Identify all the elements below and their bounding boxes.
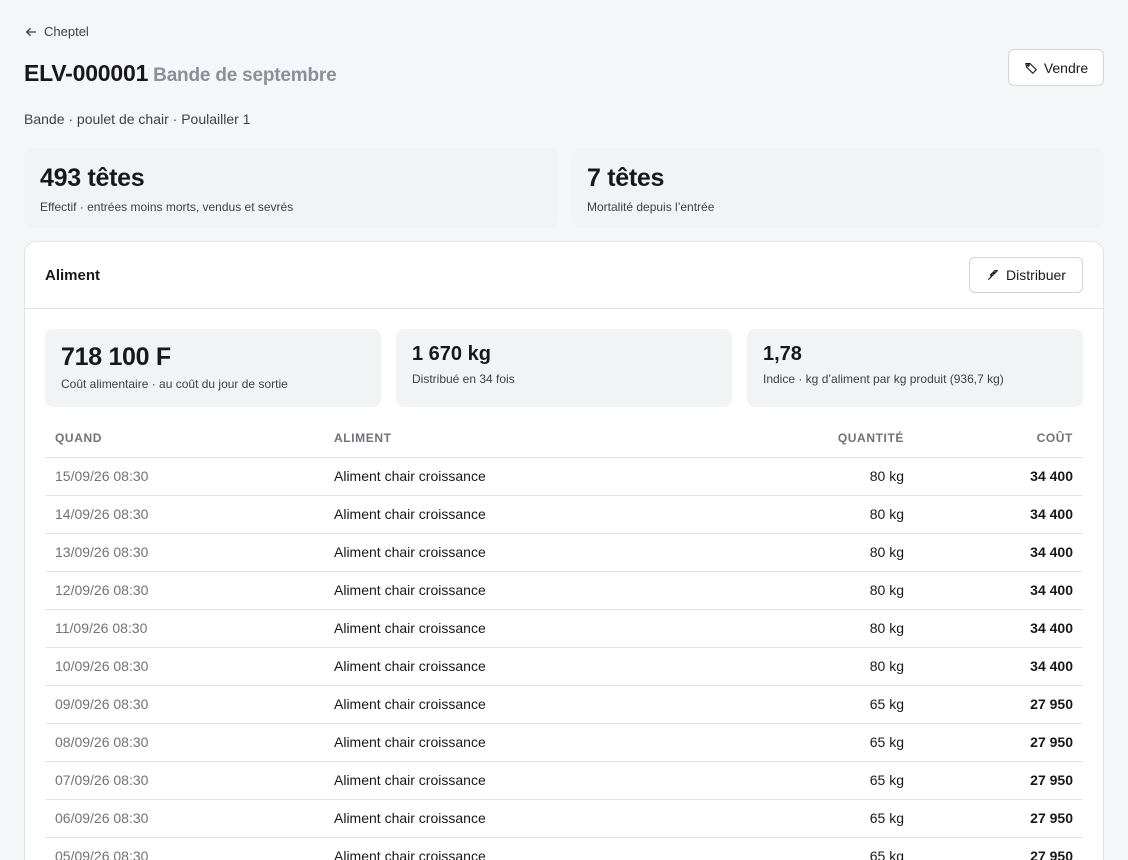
cell-feed: Aliment chair croissance bbox=[324, 571, 664, 610]
cell-feed: Aliment chair croissance bbox=[324, 761, 664, 800]
arrow-left-icon bbox=[25, 27, 37, 36]
cell-when: 11/09/26 08:30 bbox=[45, 609, 324, 648]
metric-feed-quantity-value: 1 670 kg bbox=[412, 343, 491, 365]
cell-feed: Aliment chair croissance bbox=[324, 837, 664, 860]
cell-feed: Aliment chair croissance bbox=[324, 533, 664, 572]
back-link[interactable]: Cheptel bbox=[24, 24, 89, 39]
metric-feed-quantity: 1 670 kg Distribué en 34 fois bbox=[396, 329, 732, 407]
sell-button[interactable]: Vendre bbox=[1008, 49, 1104, 86]
feed-table-header: Quand Aliment Quantité Coût bbox=[45, 419, 1083, 458]
cell-when: 05/09/26 08:30 bbox=[45, 837, 324, 860]
cell-feed: Aliment chair croissance bbox=[324, 723, 664, 762]
cell-quantity: 65 kg bbox=[664, 799, 914, 838]
stat-headcount-value: 493 têtes bbox=[40, 164, 145, 192]
table-row[interactable]: 08/09/26 08:30 Aliment chair croissance 65… bbox=[45, 723, 1083, 762]
sell-tag-icon bbox=[1024, 62, 1037, 74]
table-row[interactable]: 09/09/26 08:30 Aliment chair croissance 65… bbox=[45, 685, 1083, 724]
col-quantity: Quantité bbox=[664, 419, 914, 458]
cell-quantity: 80 kg bbox=[664, 533, 914, 572]
cell-when: 14/09/26 08:30 bbox=[45, 495, 324, 534]
cell-cost: 34 400 bbox=[914, 533, 1083, 572]
cell-when: 12/09/26 08:30 bbox=[45, 571, 324, 610]
col-feed: Aliment bbox=[324, 419, 664, 458]
cell-when: 15/09/26 08:30 bbox=[45, 457, 324, 496]
col-cost: Coût bbox=[914, 419, 1083, 458]
cell-quantity: 80 kg bbox=[664, 457, 914, 496]
sell-button-label: Vendre bbox=[1043, 59, 1089, 76]
metric-feed-cost-value: 718 100 F bbox=[61, 343, 171, 371]
metric-feed-index: 1,78 Indice · kg d’aliment par kg produi… bbox=[747, 329, 1083, 407]
cell-when: 10/09/26 08:30 bbox=[45, 647, 324, 686]
cell-quantity: 80 kg bbox=[664, 647, 914, 686]
cell-cost: 27 950 bbox=[914, 761, 1083, 800]
batch-subtitle: Bande · poulet de chair · Poulailler 1 bbox=[24, 111, 251, 127]
cell-quantity: 80 kg bbox=[664, 609, 914, 648]
cell-cost: 34 400 bbox=[914, 571, 1083, 610]
cell-cost: 27 950 bbox=[914, 723, 1083, 762]
cell-quantity: 65 kg bbox=[664, 685, 914, 724]
cell-quantity: 65 kg bbox=[664, 761, 914, 800]
feed-panel-title: Aliment bbox=[45, 266, 101, 284]
col-when: Quand bbox=[45, 419, 324, 458]
table-row[interactable]: 06/09/26 08:30 Aliment chair croissance 65… bbox=[45, 799, 1083, 838]
table-row[interactable]: 05/09/26 08:30 Aliment chair croissance 65… bbox=[45, 837, 1083, 860]
metric-feed-quantity-label: Distribué en 34 fois bbox=[412, 372, 515, 386]
cell-cost: 34 400 bbox=[914, 457, 1083, 496]
feed-panel: Aliment Distribuer 718 100 F Coût alimen… bbox=[24, 241, 1104, 860]
stat-headcount-label: Effectif · entrées moins morts, vendus e… bbox=[40, 200, 294, 214]
feed-metrics: 718 100 F Coût alimentaire · au coût du … bbox=[45, 329, 1083, 407]
table-row[interactable]: 13/09/26 08:30 Aliment chair croissance 80… bbox=[45, 533, 1083, 572]
stat-headcount: 493 têtes Effectif · entrées moins morts… bbox=[24, 148, 558, 228]
feed-table: Quand Aliment Quantité Coût 15/09/26 08:… bbox=[45, 419, 1083, 860]
batch-id: ELV-000001 bbox=[24, 60, 149, 86]
metric-feed-cost: 718 100 F Coût alimentaire · au coût du … bbox=[45, 329, 381, 407]
batch-name: Bande de septembre bbox=[153, 65, 337, 86]
metric-feed-index-label: Indice · kg d’aliment par kg produit (93… bbox=[763, 372, 1004, 386]
stat-mortality-label: Mortalité depuis l’entrée bbox=[587, 200, 715, 214]
cell-when: 07/09/26 08:30 bbox=[45, 761, 324, 800]
cell-feed: Aliment chair croissance bbox=[324, 457, 664, 496]
cell-quantity: 65 kg bbox=[664, 837, 914, 860]
cell-quantity: 80 kg bbox=[664, 571, 914, 610]
cell-cost: 34 400 bbox=[914, 495, 1083, 534]
table-row[interactable]: 12/09/26 08:30 Aliment chair croissance 80… bbox=[45, 571, 1083, 610]
table-row[interactable]: 07/09/26 08:30 Aliment chair croissance 65… bbox=[45, 761, 1083, 800]
cell-quantity: 80 kg bbox=[664, 495, 914, 534]
cell-cost: 34 400 bbox=[914, 609, 1083, 648]
cell-when: 08/09/26 08:30 bbox=[45, 723, 324, 762]
distribute-button[interactable]: Distribuer bbox=[969, 257, 1083, 293]
cell-cost: 27 950 bbox=[914, 837, 1083, 860]
cell-cost: 34 400 bbox=[914, 647, 1083, 686]
distribute-button-label: Distribuer bbox=[1006, 267, 1066, 283]
page-title: ELV-000001 Bande de septembre bbox=[24, 60, 337, 87]
back-link-label: Cheptel bbox=[44, 24, 89, 39]
metric-feed-index-value: 1,78 bbox=[763, 343, 802, 365]
cell-when: 06/09/26 08:30 bbox=[45, 799, 324, 838]
cell-when: 09/09/26 08:30 bbox=[45, 685, 324, 724]
cell-feed: Aliment chair croissance bbox=[324, 685, 664, 724]
grain-icon bbox=[988, 270, 998, 280]
metric-feed-cost-label: Coût alimentaire · au coût du jour de so… bbox=[61, 377, 288, 391]
stat-mortality: 7 têtes Mortalité depuis l’entrée bbox=[571, 148, 1104, 228]
cell-when: 13/09/26 08:30 bbox=[45, 533, 324, 572]
cell-feed: Aliment chair croissance bbox=[324, 799, 664, 838]
stat-mortality-value: 7 têtes bbox=[587, 164, 665, 192]
table-row[interactable]: 11/09/26 08:30 Aliment chair croissance 80… bbox=[45, 609, 1083, 648]
feed-panel-header: Aliment Distribuer bbox=[25, 242, 1103, 309]
table-row[interactable]: 15/09/26 08:30 Aliment chair croissance 80… bbox=[45, 457, 1083, 496]
cell-feed: Aliment chair croissance bbox=[324, 609, 664, 648]
cell-cost: 27 950 bbox=[914, 685, 1083, 724]
cell-feed: Aliment chair croissance bbox=[324, 495, 664, 534]
cell-feed: Aliment chair croissance bbox=[324, 647, 664, 686]
table-row[interactable]: 14/09/26 08:30 Aliment chair croissance 80… bbox=[45, 495, 1083, 534]
cell-quantity: 65 kg bbox=[664, 723, 914, 762]
table-row[interactable]: 10/09/26 08:30 Aliment chair croissance 80… bbox=[45, 647, 1083, 686]
cell-cost: 27 950 bbox=[914, 799, 1083, 838]
